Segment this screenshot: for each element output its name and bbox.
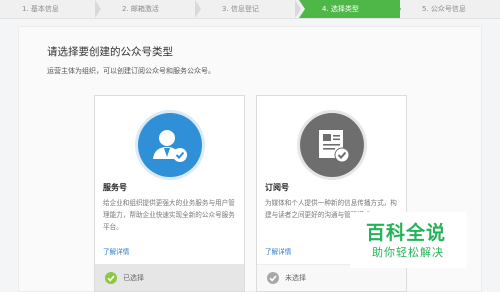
service-account-description: 给企业和组织提供更强大的业务服务与用户管理能力，帮助企业快速实现全新的公众号服务… (103, 199, 235, 231)
service-account-card[interactable]: 服务号 给企业和组织提供更强大的业务服务与用户管理能力，帮助企业快速实现全新的公… (94, 95, 245, 292)
step-label: 5. 公众号信息 (422, 5, 466, 13)
status-label: 已选择 (123, 273, 144, 282)
watermark-title: 百科全说 (366, 222, 447, 244)
watermark-subtitle: 助你轻松解决 (372, 246, 444, 259)
service-learn-more-link[interactable]: 了解详情 (103, 246, 129, 256)
person-check-icon (152, 130, 187, 162)
service-account-icon (137, 113, 202, 177)
step-email-activation: 2. 邮箱激活 (100, 0, 201, 18)
page-title: 请选择要创建的公众号类型 (47, 46, 173, 58)
step-label: 4. 选择类型 (322, 5, 359, 13)
subscription-account-icon (299, 113, 364, 177)
step-label: 2. 邮箱激活 (122, 5, 159, 13)
service-account-name: 服务号 (103, 183, 127, 192)
watermark-logo: 百科全说 助你轻松解决 (350, 212, 467, 268)
subscription-selection-status[interactable]: 未选择 (257, 264, 406, 291)
check-icon (105, 271, 117, 284)
subscription-account-name: 订阅号 (265, 183, 289, 192)
step-info-registration: 3. 信息登记 (200, 0, 301, 18)
service-selection-status[interactable]: 已选择 (95, 264, 244, 291)
step-select-type: 4. 选择类型 (299, 0, 401, 18)
progress-steps: 1. 基本信息 2. 邮箱激活 3. 信息登记 4. 选择类型 5. 公众号信息 (0, 0, 500, 19)
status-label: 未选择 (285, 274, 306, 282)
subscription-learn-more-link[interactable]: 了解详情 (265, 246, 291, 256)
step-label: 3. 信息登记 (222, 5, 259, 13)
step-account-info: 5. 公众号信息 (400, 0, 500, 18)
step-basic-info: 1. 基本信息 (0, 0, 101, 18)
page-subtitle: 运营主体为组织，可以创建订阅公众号和服务公众号。 (47, 67, 215, 75)
step-label: 1. 基本信息 (22, 5, 59, 13)
document-check-icon (318, 130, 349, 163)
check-icon (267, 272, 279, 284)
